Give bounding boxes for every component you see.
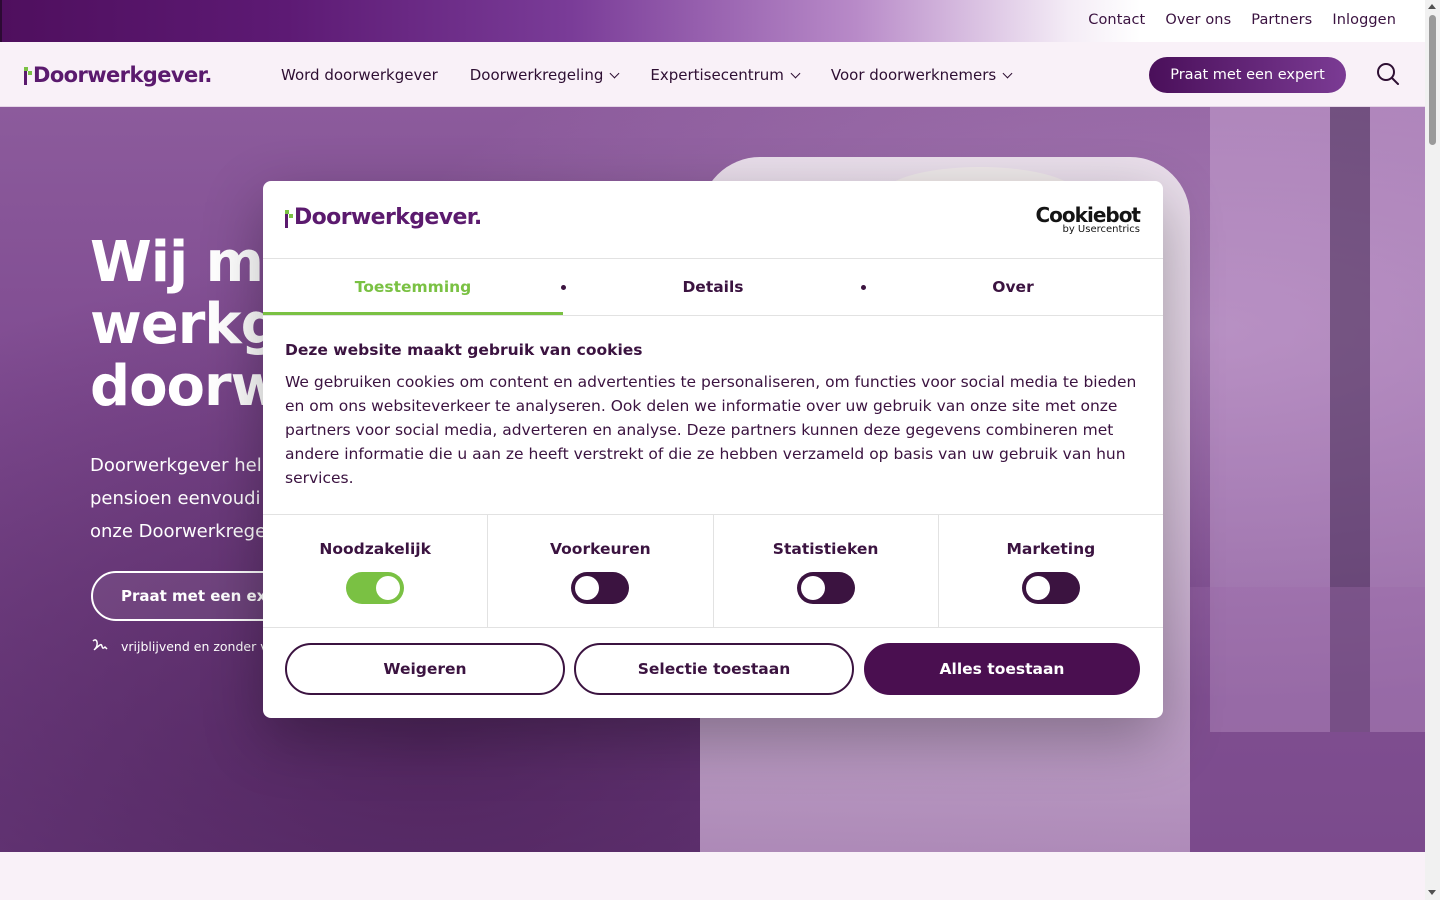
voorkeuren-toggle[interactable]: [571, 572, 630, 604]
cookie-consent-dialog: Doorwerkgever. Cookiebot by Usercentrics…: [263, 181, 1163, 718]
cookie-heading: Deze website maakt gebruik van cookies: [285, 341, 643, 359]
nav-item-word-doorwerkgever[interactable]: Word doorwerkgever: [281, 66, 438, 84]
site-logo[interactable]: Doorwerkgever.: [24, 61, 212, 89]
partners-link[interactable]: Partners: [1251, 12, 1312, 28]
hero-photo-shape: [1190, 587, 1425, 852]
toggle-label: Noodzakelijk: [319, 540, 431, 558]
tab-label: Over: [992, 278, 1034, 296]
toggle-knob: [800, 576, 825, 600]
toggle-cell-voorkeuren: Voorkeuren: [488, 515, 714, 627]
cookie-description: We gebruiken cookies om content en adver…: [285, 373, 1137, 487]
tab-over[interactable]: Over: [863, 259, 1163, 315]
toggle-label: Statistieken: [772, 540, 879, 558]
toggle-cell-noodzakelijk: Noodzakelijk: [263, 515, 489, 627]
toggle-knob: [575, 576, 600, 600]
cookie-tabs: Toestemming Details Over: [263, 258, 1163, 316]
logo-mark-icon: [285, 208, 293, 228]
chevron-down-icon: [790, 68, 801, 78]
nav-item-expertisecentrum[interactable]: Expertisecentrum: [650, 66, 801, 84]
main-navigation: Doorwerkgever. Word doorwerkgever Doorwe…: [0, 42, 1425, 107]
tab-label: Toestemming: [354, 278, 472, 296]
scroll-up-arrow-icon[interactable]: [1428, 4, 1436, 9]
allow-all-button[interactable]: Alles toestaan: [864, 643, 1140, 695]
noodzakelijk-toggle[interactable]: [346, 572, 405, 604]
cookie-category-toggles: Noodzakelijk Voorkeuren Statistieken Mar…: [263, 514, 1163, 628]
page-scrollbar[interactable]: [1425, 0, 1440, 900]
inloggen-link[interactable]: Inloggen: [1332, 12, 1396, 28]
tab-details[interactable]: Details: [563, 259, 866, 315]
allow-selection-button[interactable]: Selectie toestaan: [574, 643, 854, 695]
scrollbar-thumb[interactable]: [1429, 15, 1436, 145]
toggle-cell-statistieken: Statistieken: [714, 515, 939, 627]
marketing-toggle[interactable]: [1021, 572, 1080, 604]
nav-item-voor-doorwerknemers[interactable]: Voor doorwerknemers: [830, 66, 1013, 84]
toggle-cell-marketing: Marketing: [939, 515, 1163, 627]
top-utility-bar: Contact Over ons Partners Inloggen: [0, 0, 1425, 42]
signature-icon: [91, 637, 109, 656]
nav-item-label: Voor doorwerknemers: [830, 66, 997, 84]
next-section: [0, 852, 1425, 900]
search-icon[interactable]: [1376, 62, 1400, 86]
talk-to-expert-button[interactable]: Praat met een expert: [1149, 57, 1346, 93]
utility-links: Contact Over ons Partners Inloggen: [1088, 12, 1396, 28]
logo-mark-icon: [24, 65, 32, 85]
toggle-label: Voorkeuren: [550, 540, 651, 558]
reject-button[interactable]: Weigeren: [285, 643, 565, 695]
nav-menu: Word doorwerkgever Doorwerkregeling Expe…: [281, 66, 1013, 84]
tab-label: Details: [682, 278, 744, 296]
toggle-label: Marketing: [1006, 540, 1096, 558]
chevron-down-icon: [1002, 68, 1013, 78]
contact-link[interactable]: Contact: [1088, 12, 1145, 28]
dialog-logo-text: Doorwerkgever.: [294, 205, 482, 230]
statistieken-toggle[interactable]: [796, 572, 855, 604]
nav-item-label: Word doorwerkgever: [281, 66, 438, 84]
toggle-knob: [376, 576, 401, 600]
cookie-actions: Weigeren Selectie toestaan Alles toestaa…: [285, 643, 1140, 695]
nav-item-label: Expertisecentrum: [650, 66, 784, 84]
nav-item-label: Doorwerkregeling: [469, 66, 604, 84]
cookiebot-logo: Cookiebot by Usercentrics: [1036, 203, 1141, 235]
hero-note-text: vrijblijvend en zonder ve: [121, 639, 276, 654]
dialog-logo: Doorwerkgever.: [285, 205, 482, 230]
nav-item-doorwerkregeling[interactable]: Doorwerkregeling: [469, 66, 620, 84]
scroll-down-arrow-icon[interactable]: [1428, 890, 1436, 895]
tab-toestemming[interactable]: Toestemming: [263, 259, 566, 315]
logo-text: Doorwerkgever.: [33, 63, 212, 87]
chevron-down-icon: [609, 68, 620, 78]
hero-note: vrijblijvend en zonder ve: [91, 637, 275, 656]
over-ons-link[interactable]: Over ons: [1165, 12, 1231, 28]
toggle-knob: [1025, 576, 1050, 600]
